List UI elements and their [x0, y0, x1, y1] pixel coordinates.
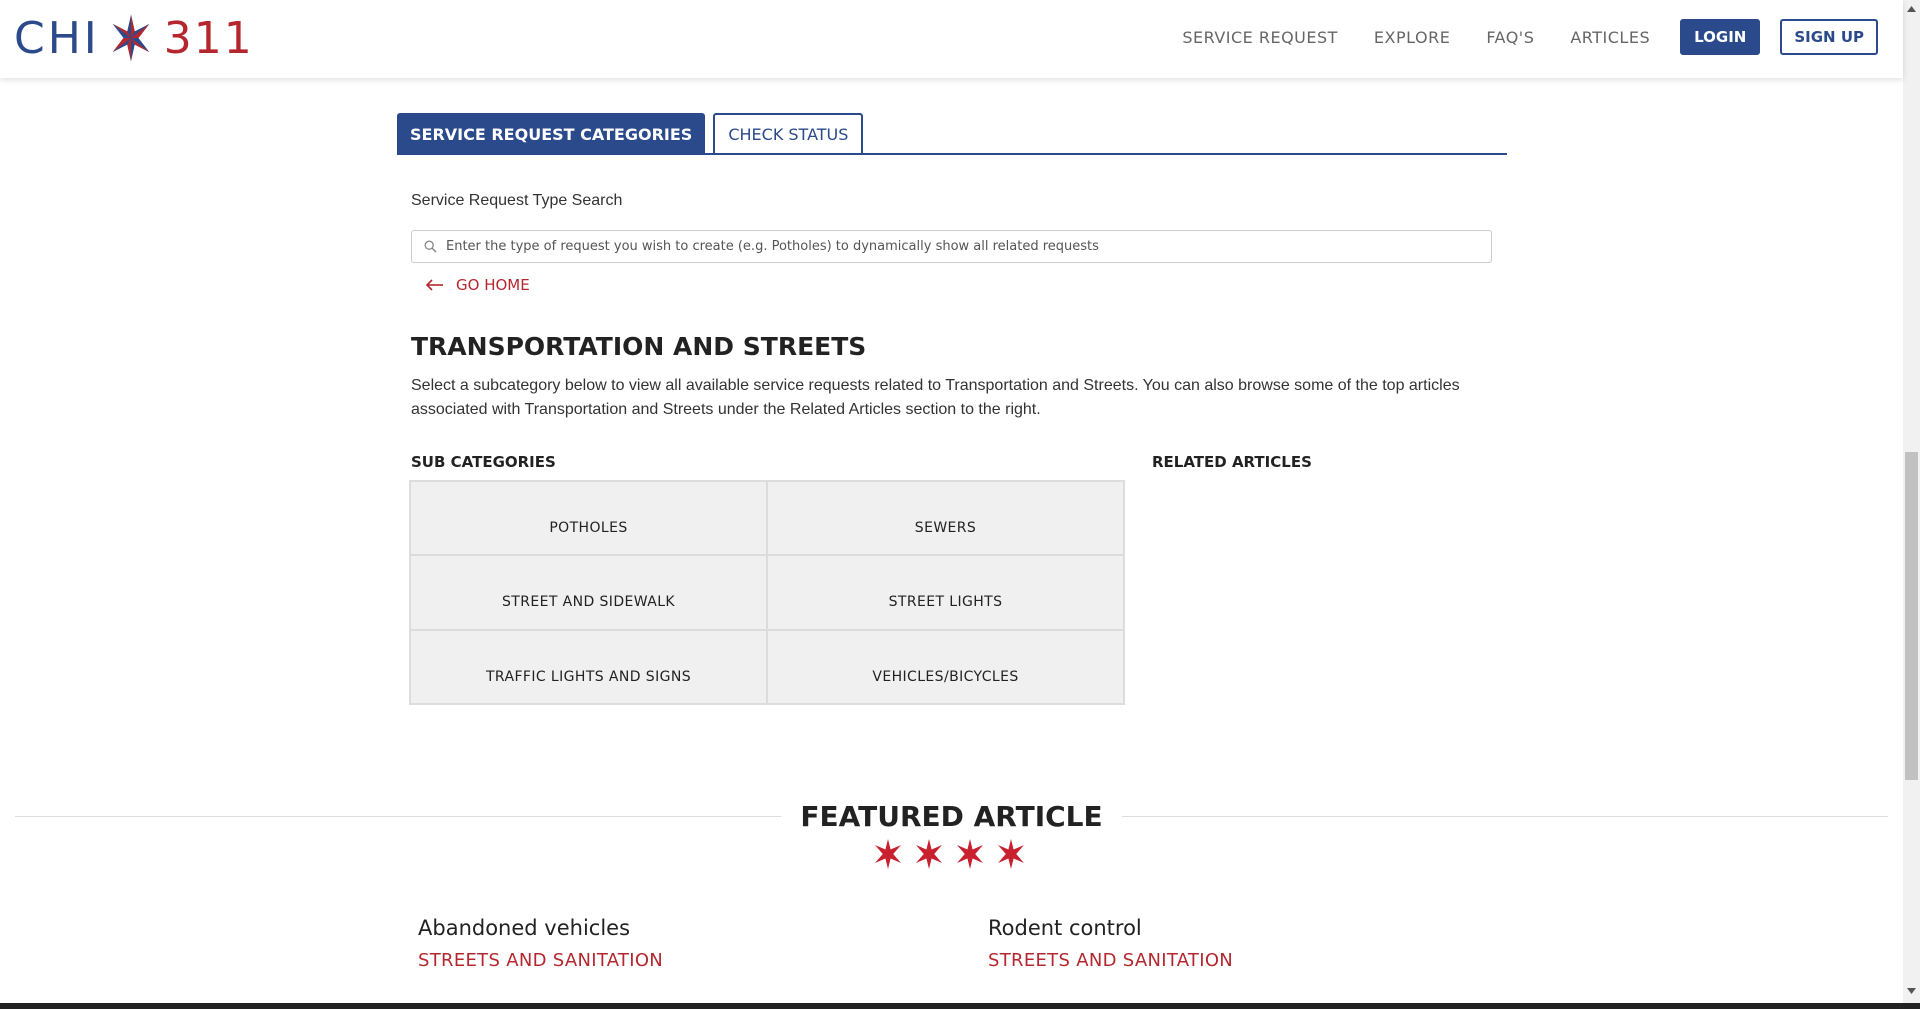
subcategory-street-and-sidewalk[interactable]: STREET AND SIDEWALK: [410, 555, 767, 630]
featured-article-card[interactable]: Abandoned vehicles STREETS AND SANITATIO…: [418, 916, 663, 971]
request-tabs: SERVICE REQUEST CATEGORIES CHECK STATUS: [397, 113, 1507, 155]
main-nav: SERVICE REQUEST EXPLORE FAQ'S ARTICLES L…: [1182, 19, 1878, 55]
star-icon: [916, 839, 942, 869]
search-icon: [424, 240, 437, 253]
related-articles-heading: RELATED ARTICLES: [1152, 453, 1312, 471]
subcategory-vehicles-bicycles[interactable]: VEHICLES/BICYCLES: [767, 629, 1124, 704]
go-home-link[interactable]: GO HOME: [426, 276, 530, 294]
logo-311-text: 311: [163, 12, 254, 64]
site-header: CHI 311 SERVICE REQUEST EXPLORE FAQ'S AR…: [0, 0, 1903, 78]
subcategory-potholes[interactable]: POTHOLES: [410, 481, 767, 556]
search-field: [411, 230, 1492, 263]
signup-button[interactable]: SIGN UP: [1780, 19, 1878, 55]
go-home-label: GO HOME: [456, 276, 530, 294]
scroll-down-arrow-icon[interactable]: [1903, 982, 1920, 999]
search-input[interactable]: [446, 239, 1476, 254]
scrollbar-thumb[interactable]: [1905, 452, 1918, 780]
subcategory-sewers[interactable]: SEWERS: [767, 481, 1124, 556]
star-icon: [875, 839, 901, 869]
decorative-stars: [872, 838, 1036, 870]
nav-explore[interactable]: EXPLORE: [1374, 28, 1450, 47]
featured-article-heading: FEATURED ARTICLE: [800, 800, 1103, 833]
logo-chi-text: CHI: [14, 12, 100, 64]
search-label: Service Request Type Search: [411, 192, 623, 209]
nav-service-request[interactable]: SERVICE REQUEST: [1182, 28, 1338, 47]
article-category[interactable]: STREETS AND SANITATION: [418, 950, 663, 971]
arrow-left-icon: [426, 279, 443, 291]
category-description: Select a subcategory below to view all a…: [411, 377, 1460, 418]
subcategory-traffic-lights-and-signs[interactable]: TRAFFIC LIGHTS AND SIGNS: [410, 629, 767, 704]
nav-faqs[interactable]: FAQ'S: [1486, 28, 1534, 47]
article-title[interactable]: Abandoned vehicles: [418, 916, 663, 940]
article-category[interactable]: STREETS AND SANITATION: [988, 950, 1233, 971]
nav-articles[interactable]: ARTICLES: [1570, 28, 1650, 47]
subcategory-street-lights[interactable]: STREET LIGHTS: [767, 555, 1124, 630]
chicago-star-icon: [112, 14, 150, 62]
featured-article-card[interactable]: Rodent control STREETS AND SANITATION: [988, 916, 1233, 971]
subcategory-grid: POTHOLES SEWERS STREET AND SIDEWALK STRE…: [409, 480, 1125, 705]
vertical-scrollbar[interactable]: [1903, 0, 1920, 1009]
scroll-up-arrow-icon[interactable]: [1903, 0, 1920, 17]
tab-check-status[interactable]: CHECK STATUS: [713, 113, 864, 153]
star-icon: [957, 839, 983, 869]
window-bottom-edge: [0, 1003, 1920, 1009]
page: CHI 311 SERVICE REQUEST EXPLORE FAQ'S AR…: [0, 0, 1920, 1009]
login-button[interactable]: LOGIN: [1680, 19, 1761, 55]
category-title: TRANSPORTATION AND STREETS: [411, 332, 867, 361]
article-title[interactable]: Rodent control: [988, 916, 1233, 940]
chi311-logo[interactable]: CHI 311: [14, 10, 254, 66]
star-icon: [998, 839, 1024, 869]
tab-service-request-categories[interactable]: SERVICE REQUEST CATEGORIES: [397, 113, 706, 155]
subcategories-heading: SUB CATEGORIES: [411, 453, 556, 471]
